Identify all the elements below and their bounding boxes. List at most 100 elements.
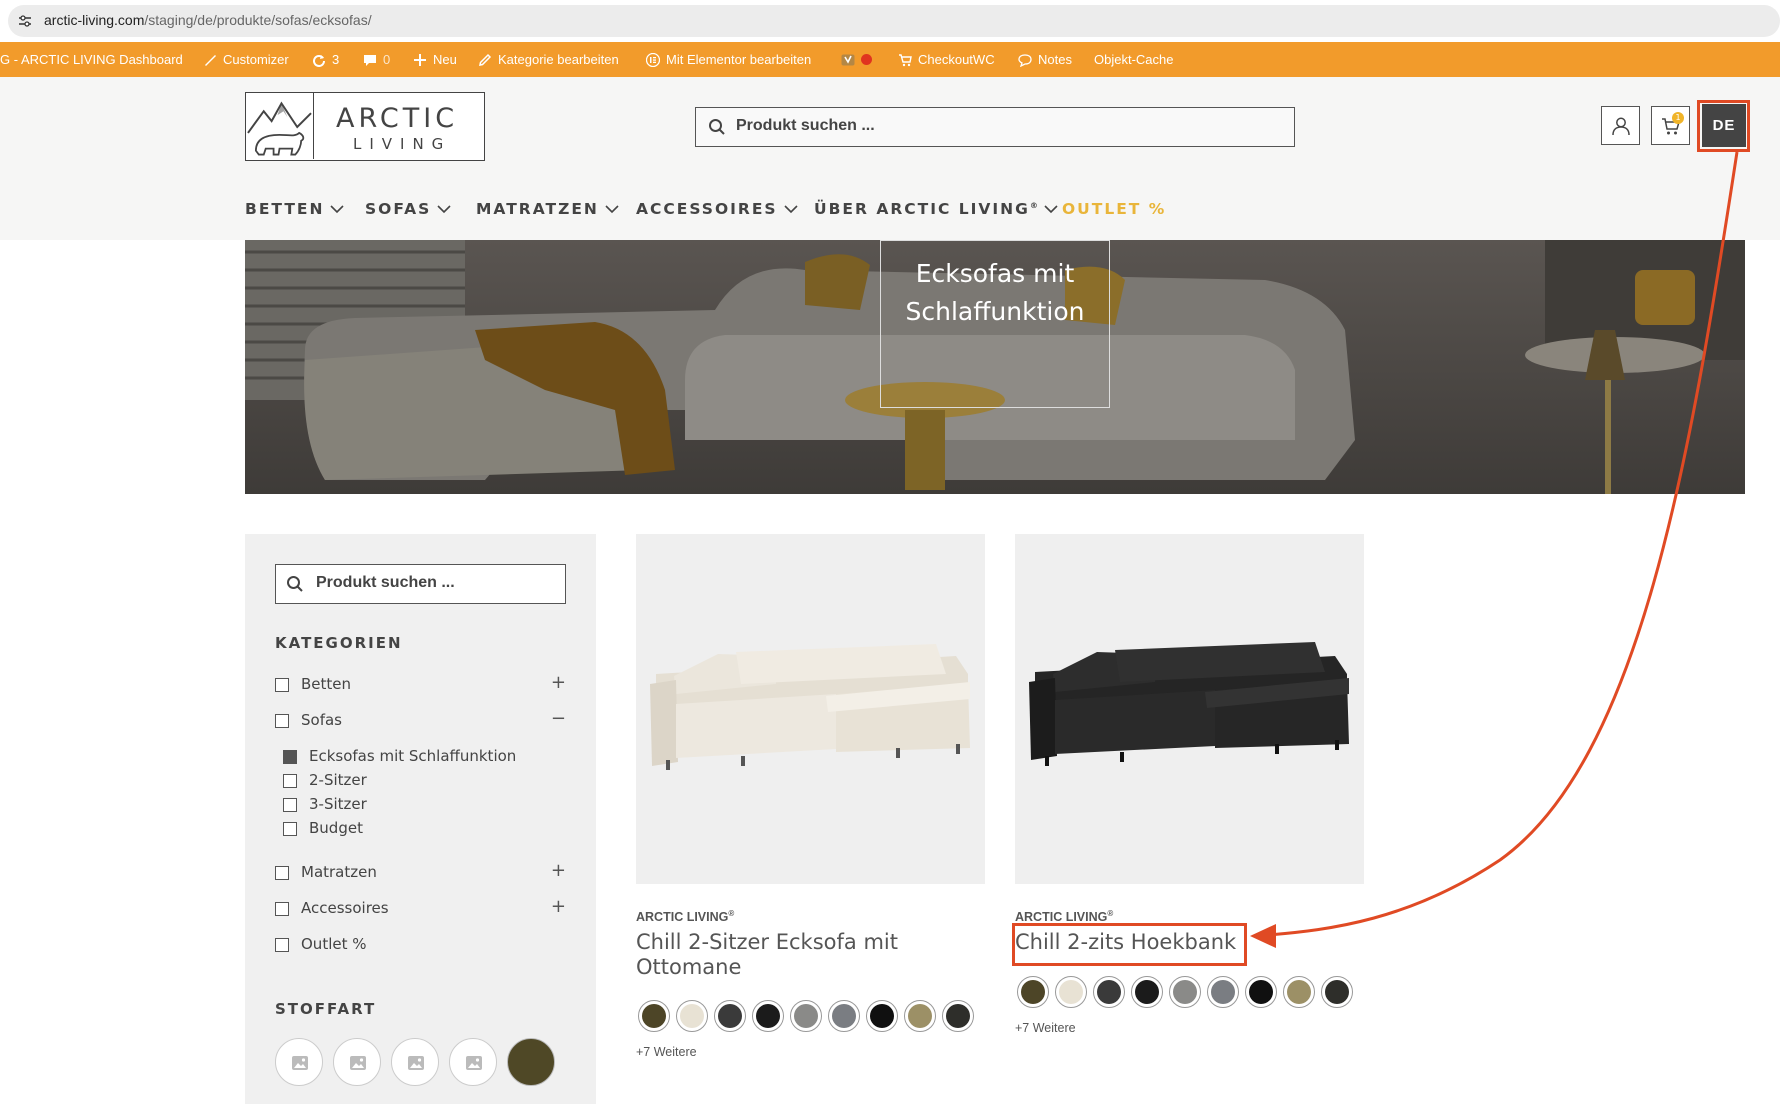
- admin-new-label: Neu: [433, 52, 457, 67]
- nav-item-matratzen[interactable]: MATRATZEN: [476, 200, 619, 218]
- admin-edit-category-label: Kategorie bearbeiten: [498, 52, 619, 67]
- fabric-option[interactable]: [275, 1038, 323, 1086]
- category-accessoires[interactable]: Accessoires +: [275, 896, 566, 920]
- collapse-toggle[interactable]: −: [551, 708, 566, 729]
- chevron-down-icon: [1044, 205, 1058, 214]
- category-sofas[interactable]: Sofas −: [275, 708, 566, 732]
- color-swatch[interactable]: [676, 1000, 708, 1032]
- color-swatch[interactable]: [1207, 976, 1239, 1008]
- color-swatch[interactable]: [1283, 976, 1315, 1008]
- admin-cache-link[interactable]: Objekt-Cache: [1094, 42, 1173, 77]
- expand-toggle[interactable]: +: [551, 672, 566, 693]
- nav-label-ueber: ÜBER ARCTIC LIVING: [814, 200, 1030, 218]
- admin-edit-category-link[interactable]: Kategorie bearbeiten: [478, 42, 619, 77]
- subcategory-checkbox-checked[interactable]: [283, 750, 297, 764]
- product-image[interactable]: [636, 534, 985, 884]
- category-checkbox[interactable]: [275, 902, 289, 916]
- admin-notes-link[interactable]: Notes: [1018, 42, 1072, 77]
- admin-seo-link[interactable]: [841, 42, 872, 77]
- nav-item-sofas[interactable]: SOFAS: [365, 200, 451, 218]
- account-button[interactable]: [1601, 106, 1640, 145]
- swatch-fill: [680, 1004, 704, 1028]
- color-swatch[interactable]: [1055, 976, 1087, 1008]
- hero-title: Ecksofas mit Schlaffunktion: [880, 255, 1110, 331]
- subcategory-label: 3-Sitzer: [309, 795, 367, 813]
- category-checkbox[interactable]: [275, 938, 289, 952]
- category-checkbox[interactable]: [275, 678, 289, 692]
- fabric-option[interactable]: [391, 1038, 439, 1086]
- color-swatch[interactable]: [904, 1000, 936, 1032]
- color-swatch[interactable]: [828, 1000, 860, 1032]
- color-swatch[interactable]: [1131, 976, 1163, 1008]
- product-title[interactable]: Chill 2-Sitzer Ecksofa mit Ottomane: [636, 930, 966, 980]
- color-swatch[interactable]: [1321, 976, 1353, 1008]
- color-swatch[interactable]: [714, 1000, 746, 1032]
- color-swatch[interactable]: [638, 1000, 670, 1032]
- cart-button[interactable]: 1: [1651, 106, 1690, 145]
- subcategory-checkbox[interactable]: [283, 798, 297, 812]
- expand-toggle[interactable]: +: [551, 896, 566, 917]
- color-swatch[interactable]: [1093, 976, 1125, 1008]
- chevron-down-icon: [437, 205, 451, 214]
- admin-customizer-link[interactable]: Customizer: [203, 42, 289, 77]
- more-colors-link[interactable]: +7 Weitere: [1015, 1021, 1076, 1035]
- header-search-placeholder: Produkt suchen ...: [736, 117, 875, 134]
- site-logo[interactable]: ARCTIC LIVING: [245, 92, 485, 161]
- fabric-option[interactable]: [333, 1038, 381, 1086]
- admin-checkout-link[interactable]: CheckoutWC: [898, 42, 995, 77]
- color-swatch[interactable]: [866, 1000, 898, 1032]
- category-betten[interactable]: Betten +: [275, 672, 566, 696]
- admin-new-link[interactable]: Neu: [413, 42, 457, 77]
- color-swatch[interactable]: [1245, 976, 1277, 1008]
- color-swatch[interactable]: [1017, 976, 1049, 1008]
- cart-count-badge: 1: [1672, 112, 1684, 124]
- admin-elementor-link[interactable]: Mit Elementor bearbeiten: [646, 42, 811, 77]
- nav-item-accessoires[interactable]: ACCESSOIRES: [636, 200, 798, 218]
- expand-toggle[interactable]: +: [551, 860, 566, 881]
- subcategory-budget[interactable]: Budget: [283, 819, 566, 839]
- subcategory-label: Ecksofas mit Schlaffunktion: [309, 747, 517, 765]
- header-search-input[interactable]: Produkt suchen ...: [695, 107, 1295, 147]
- nav-label-outlet: OUTLET %: [1062, 200, 1167, 218]
- subcategory-2-sitzer[interactable]: 2-Sitzer: [283, 771, 566, 791]
- subcategory-ecksofas[interactable]: Ecksofas mit Schlaffunktion: [283, 747, 566, 767]
- nav-label-betten: BETTEN: [245, 200, 325, 218]
- subcategory-3-sitzer[interactable]: 3-Sitzer: [283, 795, 566, 815]
- color-swatch[interactable]: [752, 1000, 784, 1032]
- category-label: Sofas: [301, 711, 342, 729]
- admin-updates-link[interactable]: 3: [312, 42, 339, 77]
- nav-label-accessoires: ACCESSOIRES: [636, 200, 778, 218]
- site-settings-icon[interactable]: [18, 14, 32, 28]
- swatch-fill: [1325, 980, 1349, 1004]
- category-matratzen[interactable]: Matratzen +: [275, 860, 566, 884]
- category-outlet[interactable]: Outlet %: [275, 934, 566, 956]
- swatch-fill: [870, 1004, 894, 1028]
- nav-item-ueber-arctic-living[interactable]: ÜBER ARCTIC LIVING®: [814, 200, 1058, 218]
- subcategory-checkbox[interactable]: [283, 822, 297, 836]
- color-swatch[interactable]: [790, 1000, 822, 1032]
- sidebar-search-input[interactable]: Produkt suchen ...: [275, 564, 566, 604]
- subcategory-checkbox[interactable]: [283, 774, 297, 788]
- product-brand: ARCTIC LIVING®: [1015, 909, 1113, 924]
- swatch-fill: [946, 1004, 970, 1028]
- address-field[interactable]: arctic-living.com/staging/de/produkte/so…: [8, 5, 1780, 37]
- nav-item-outlet[interactable]: OUTLET %: [1062, 200, 1166, 218]
- color-swatch[interactable]: [942, 1000, 974, 1032]
- more-colors-link[interactable]: +7 Weitere: [636, 1045, 697, 1059]
- fabric-option-olive[interactable]: [507, 1038, 555, 1086]
- nav-item-betten[interactable]: BETTEN: [245, 200, 345, 218]
- product-image[interactable]: [1015, 534, 1364, 884]
- yoast-icon: [841, 54, 855, 65]
- admin-dashboard-link[interactable]: G - ARCTIC LIVING Dashboard: [0, 42, 183, 77]
- swatch-fill: [794, 1004, 818, 1028]
- image-placeholder-icon: [408, 1056, 424, 1070]
- color-swatch[interactable]: [1169, 976, 1201, 1008]
- browser-url-bar: arctic-living.com/staging/de/produkte/so…: [0, 0, 1780, 42]
- category-checkbox[interactable]: [275, 866, 289, 880]
- category-checkbox[interactable]: [275, 714, 289, 728]
- admin-comments-link[interactable]: 0: [363, 42, 390, 77]
- admin-updates-count: 3: [332, 52, 340, 67]
- admin-comments-count: 0: [383, 52, 391, 67]
- swatch-fill: [1135, 980, 1159, 1004]
- fabric-option[interactable]: [449, 1038, 497, 1086]
